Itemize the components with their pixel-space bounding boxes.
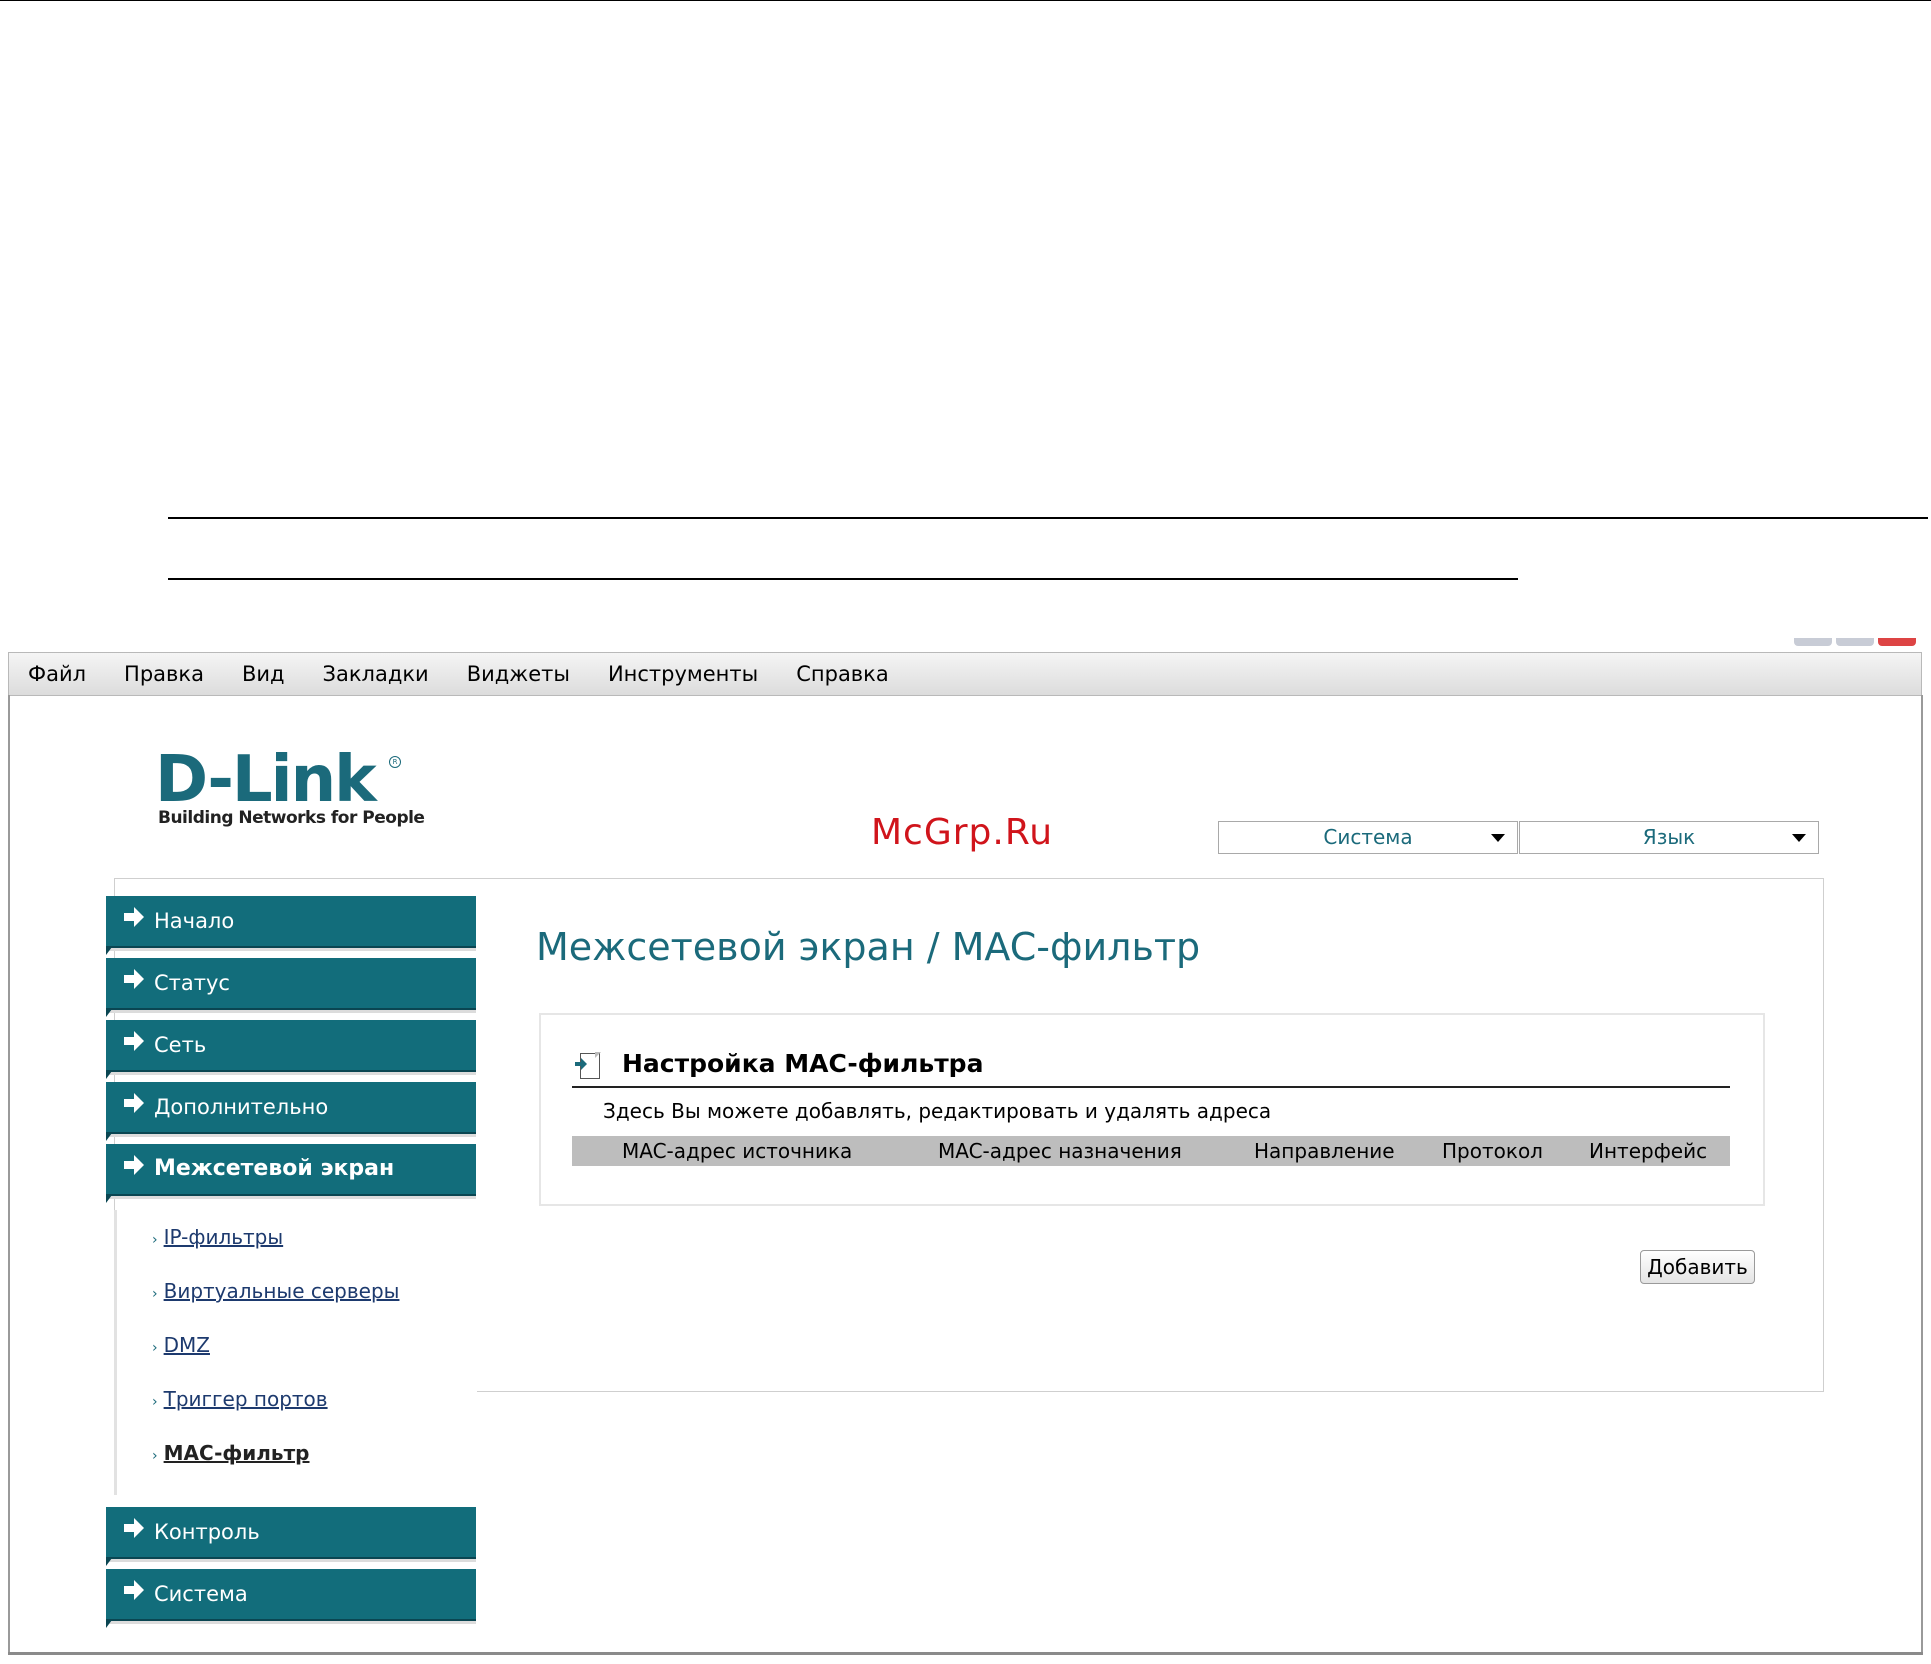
- nav-label: Дополнительно: [154, 1095, 329, 1119]
- tab-fold: [106, 947, 112, 955]
- document-rule-2: [168, 578, 1518, 580]
- mac-table-header: MAC-адрес источника MAC-адрес назначения…: [572, 1136, 1730, 1166]
- subitem-port-trigger[interactable]: › Триггер портов: [152, 1387, 328, 1411]
- subitem-label: IP-фильтры: [163, 1225, 284, 1249]
- minimize-button[interactable]: [1794, 638, 1832, 646]
- arrow-right-icon: [124, 907, 144, 927]
- tab-fold: [106, 1195, 112, 1203]
- language-select[interactable]: Язык: [1519, 821, 1819, 854]
- subitem-ip-filters[interactable]: › IP-фильтры: [152, 1225, 283, 1249]
- arrow-right-icon: [124, 1155, 144, 1175]
- system-select[interactable]: Система: [1218, 821, 1518, 854]
- tab-fold: [106, 1071, 112, 1079]
- menu-file[interactable]: Файл: [9, 662, 105, 686]
- maximize-button[interactable]: [1836, 638, 1874, 646]
- subitem-label: DMZ: [163, 1333, 210, 1357]
- bullet-icon: ›: [152, 1394, 158, 1410]
- arrow-shape: [575, 1058, 587, 1070]
- subitem-dmz[interactable]: › DMZ: [152, 1333, 210, 1357]
- registered-mark-icon: R: [389, 756, 401, 768]
- system-select-value: Система: [1323, 825, 1413, 849]
- col-interface[interactable]: Интерфейс: [1589, 1136, 1707, 1166]
- arrow-right-icon: [124, 1093, 144, 1113]
- tab-fold: [106, 1133, 112, 1141]
- subitem-mac-filter[interactable]: › MAC-фильтр: [152, 1441, 310, 1465]
- chevron-down-icon: [1491, 834, 1505, 842]
- subitem-label: Триггер портов: [163, 1387, 328, 1411]
- menu-edit[interactable]: Правка: [105, 662, 223, 686]
- window-frame-bottom: [8, 1652, 1923, 1655]
- section-title: Настройка MAC-фильтра: [622, 1049, 984, 1078]
- nav-system[interactable]: Система: [106, 1569, 476, 1628]
- menu-view[interactable]: Вид: [223, 662, 304, 686]
- bullet-icon: ›: [152, 1286, 158, 1302]
- tab-fold: [106, 1009, 112, 1017]
- col-dest-mac[interactable]: MAC-адрес назначения: [938, 1136, 1182, 1166]
- arrow-right-icon: [124, 1580, 144, 1600]
- menu-bookmarks[interactable]: Закладки: [304, 662, 448, 686]
- top-border-line: [0, 0, 1931, 1]
- tab-fold: [106, 1558, 112, 1566]
- subitem-virtual-servers[interactable]: › Виртуальные серверы: [152, 1279, 399, 1303]
- nav-status[interactable]: Статус: [106, 958, 476, 1017]
- section-divider: [572, 1086, 1730, 1088]
- watermark: McGrp.Ru: [871, 812, 1054, 853]
- subitem-label: Виртуальные серверы: [163, 1279, 400, 1303]
- col-protocol[interactable]: Протокол: [1442, 1136, 1543, 1166]
- section-description: Здесь Вы можете добавлять, редактировать…: [603, 1099, 1272, 1123]
- bullet-icon: ›: [152, 1232, 158, 1248]
- nav-advanced[interactable]: Дополнительно: [106, 1082, 476, 1141]
- nav-firewall[interactable]: Межсетевой экран: [106, 1144, 476, 1203]
- bullet-icon: ›: [152, 1340, 158, 1356]
- arrow-right-icon: [124, 1031, 144, 1051]
- document-arrow-icon: [575, 1052, 601, 1079]
- menu-widgets[interactable]: Виджеты: [448, 662, 589, 686]
- nav-network[interactable]: Сеть: [106, 1020, 476, 1079]
- nav-start[interactable]: Начало: [106, 896, 476, 955]
- nav-label: Статус: [154, 971, 230, 995]
- language-select-value: Язык: [1642, 825, 1696, 849]
- chevron-down-icon: [1792, 834, 1806, 842]
- window-frame-right: [1921, 695, 1923, 1655]
- nav-label: Начало: [154, 909, 235, 933]
- dlink-logo: D-Link: [155, 743, 377, 817]
- document-rule-1: [168, 517, 1928, 519]
- col-direction[interactable]: Направление: [1254, 1136, 1395, 1166]
- menu-help[interactable]: Справка: [777, 662, 908, 686]
- menu-tools[interactable]: Инструменты: [589, 662, 777, 686]
- submenu-frame: [114, 1210, 117, 1495]
- nav-control[interactable]: Контроль: [106, 1507, 476, 1566]
- close-window-button[interactable]: [1878, 638, 1916, 646]
- add-button[interactable]: Добавить: [1640, 1250, 1755, 1284]
- subitem-label: MAC-фильтр: [163, 1441, 310, 1465]
- tab-fold: [106, 1620, 112, 1628]
- nav-label: Межсетевой экран: [154, 1156, 395, 1181]
- nav-label: Сеть: [154, 1033, 207, 1057]
- menu-bar: Файл Правка Вид Закладки Виджеты Инструм…: [8, 652, 1922, 696]
- window-frame-left: [8, 695, 10, 1655]
- window-controls: [1794, 638, 1916, 646]
- bullet-icon: ›: [152, 1448, 158, 1464]
- nav-label: Контроль: [154, 1520, 260, 1544]
- nav-label: Система: [154, 1582, 248, 1606]
- arrow-right-icon: [124, 969, 144, 989]
- arrow-right-icon: [124, 1518, 144, 1538]
- col-source-mac[interactable]: MAC-адрес источника: [622, 1136, 852, 1166]
- dlink-tagline: Building Networks for People: [158, 808, 425, 828]
- page-title: Межсетевой экран / MAC-фильтр: [536, 925, 1201, 969]
